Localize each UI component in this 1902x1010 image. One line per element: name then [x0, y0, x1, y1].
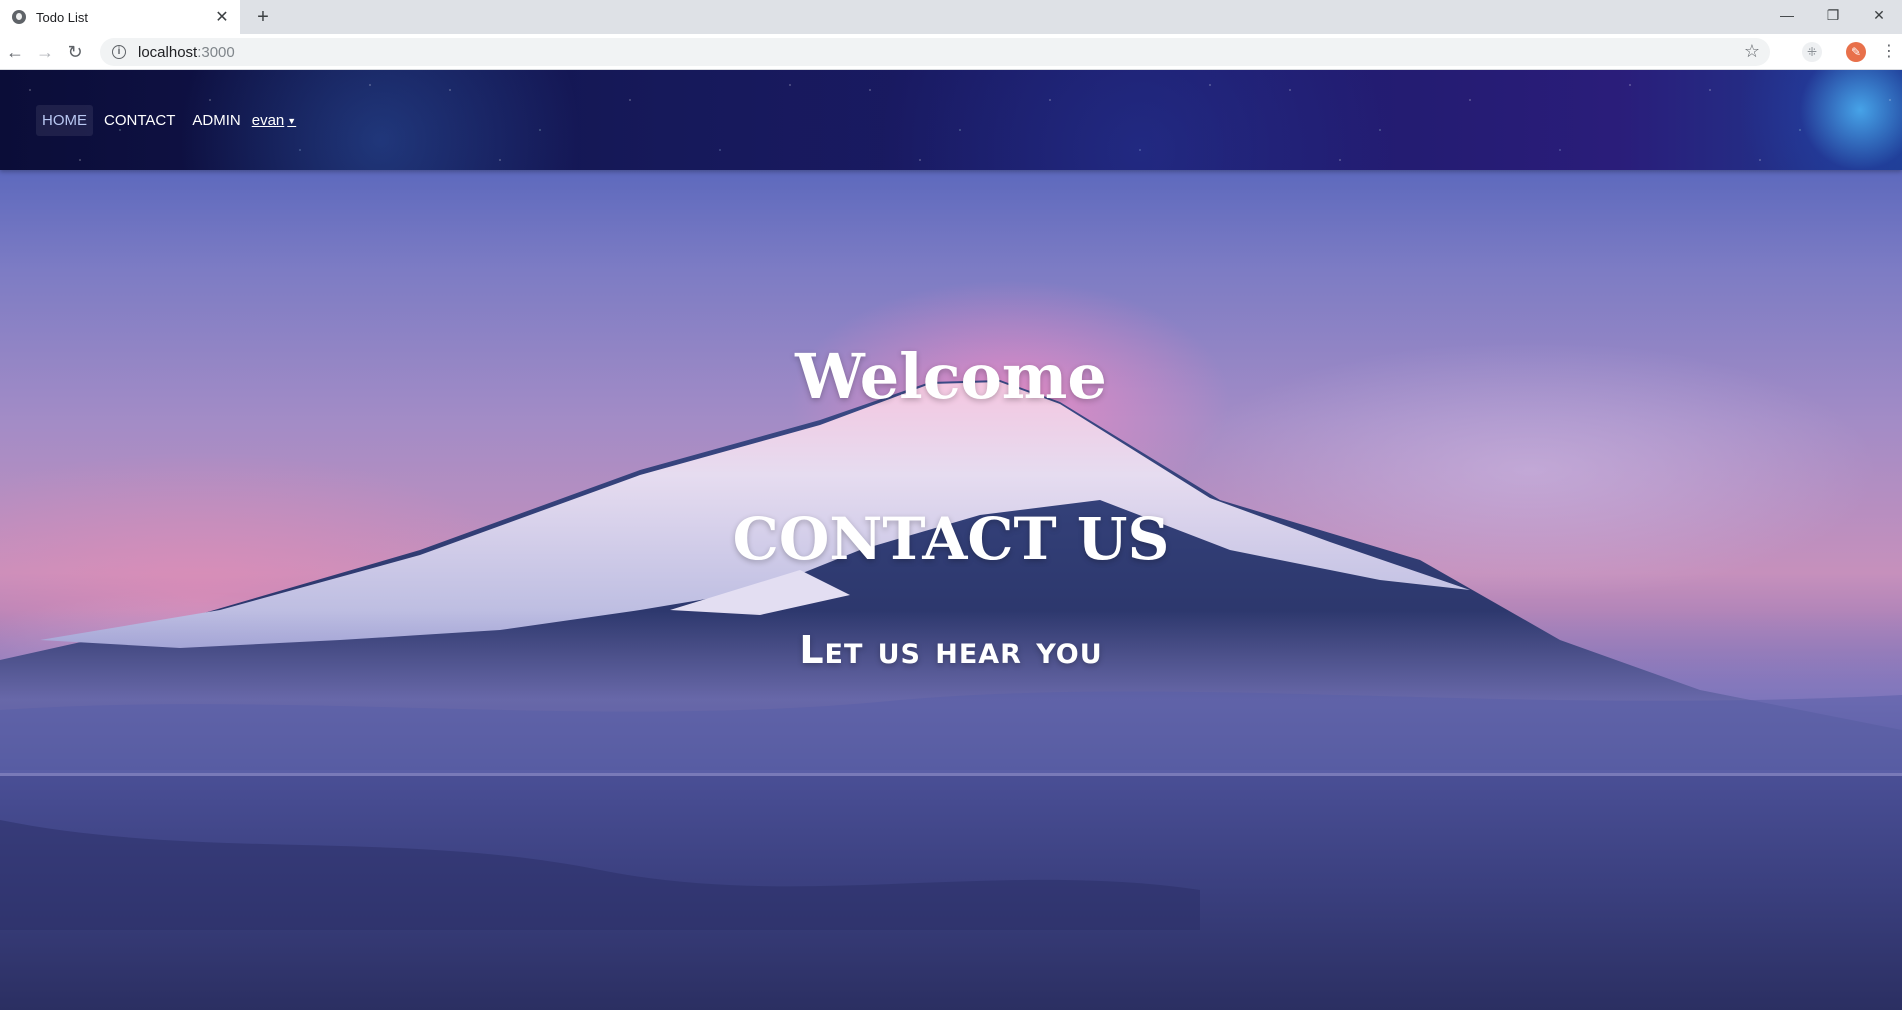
- restore-button[interactable]: ❐: [1810, 0, 1856, 30]
- extension-icon[interactable]: ⁜: [1802, 42, 1822, 62]
- tab-title: Todo List: [36, 9, 89, 25]
- tab-close-icon[interactable]: ✕: [210, 7, 234, 27]
- address-bar[interactable]: i localhost :3000 ☆: [100, 38, 1770, 66]
- bookmark-star-icon[interactable]: ☆: [1744, 41, 1760, 62]
- page: HOME CONTACT ADMIN evan ▼ Welcome CONTAC…: [0, 70, 1902, 1010]
- url-port: :3000: [197, 43, 235, 61]
- menu-kebab-icon[interactable]: ⋮: [1876, 39, 1902, 65]
- browser-toolbar: ← → ↻ i localhost :3000 ☆ ⁜ ✎ ⋮: [0, 34, 1902, 70]
- mountain-landscape: [0, 280, 1902, 1010]
- browser-tab-strip: Todo List ✕ + — ❐ ✕: [0, 0, 1902, 34]
- nav-menu: HOME CONTACT ADMIN evan ▼: [36, 104, 296, 136]
- back-icon[interactable]: ←: [2, 39, 28, 65]
- nav-item-contact[interactable]: CONTACT: [98, 105, 181, 136]
- reload-icon[interactable]: ↻: [62, 39, 88, 65]
- browser-tab[interactable]: Todo List ✕: [0, 0, 240, 34]
- info-icon[interactable]: i: [112, 45, 126, 59]
- globe-icon: [12, 10, 26, 24]
- caret-down-icon: ▼: [287, 115, 297, 126]
- minimize-button[interactable]: —: [1764, 0, 1810, 30]
- new-tab-button[interactable]: +: [250, 4, 276, 30]
- forward-icon[interactable]: →: [32, 39, 58, 65]
- user-dropdown[interactable]: evan ▼: [252, 105, 296, 136]
- site-navbar: HOME CONTACT ADMIN evan ▼: [0, 70, 1902, 170]
- contact-title: CONTACT US: [732, 505, 1170, 573]
- url-host: localhost: [138, 43, 198, 61]
- user-name: evan: [251, 111, 285, 129]
- welcome-heading: Welcome: [795, 340, 1107, 413]
- nav-item-admin[interactable]: ADMIN: [186, 105, 246, 136]
- hero-section: Welcome CONTACT US Let us hear you: [0, 170, 1902, 1010]
- nav-item-home[interactable]: HOME: [36, 104, 93, 136]
- window-controls: — ❐ ✕: [1764, 0, 1902, 30]
- profile-avatar-icon[interactable]: ✎: [1846, 42, 1866, 62]
- window-close-button[interactable]: ✕: [1856, 0, 1902, 30]
- contact-subtitle: Let us hear you: [799, 628, 1103, 672]
